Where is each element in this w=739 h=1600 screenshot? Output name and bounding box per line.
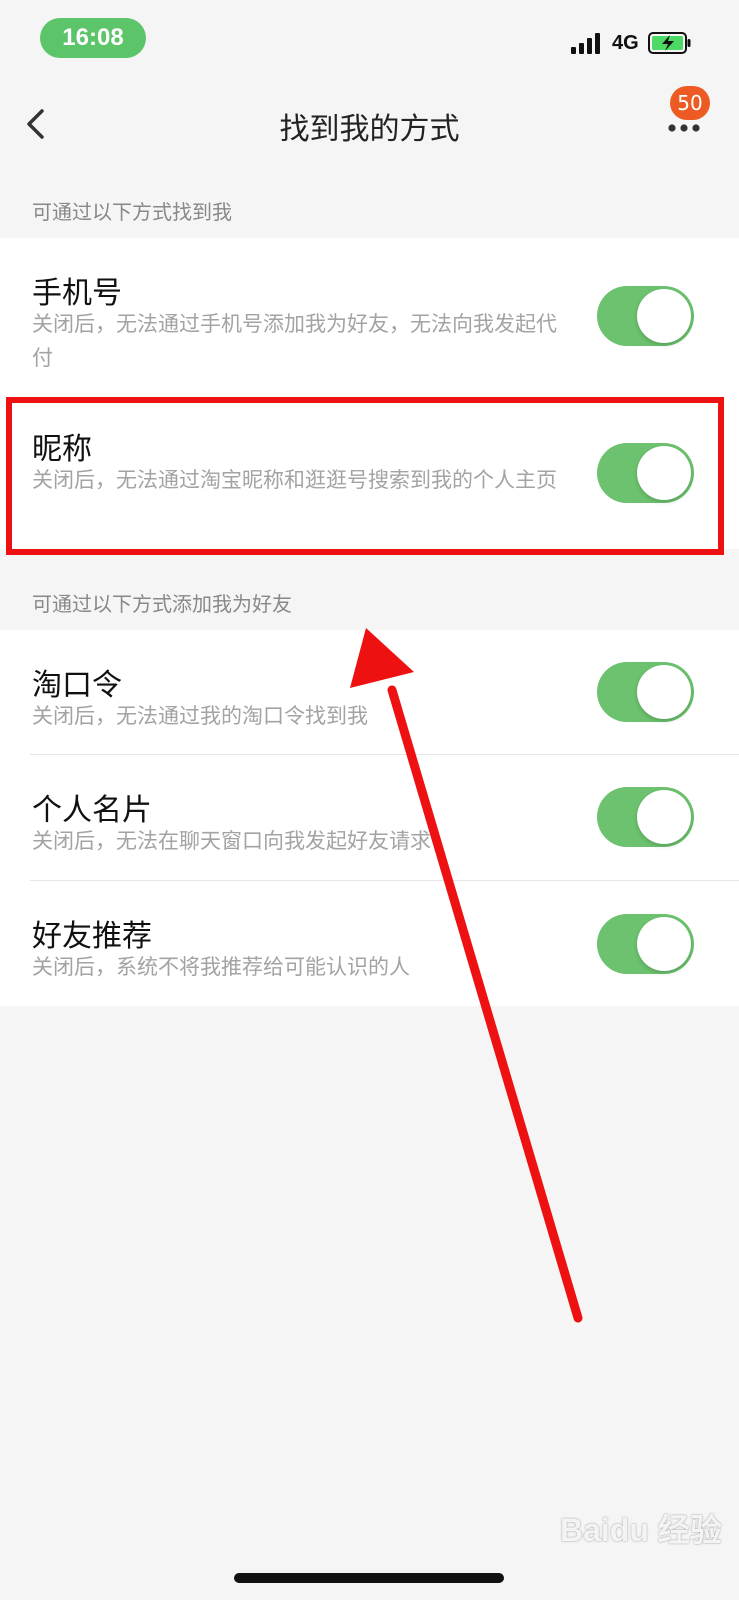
setting-item-nickname: 昵称 关闭后，无法通过淘宝昵称和逛逛号搜索到我的个人主页 xyxy=(0,394,739,549)
nickname-toggle[interactable] xyxy=(597,443,694,503)
setting-item-friend-recommend: 好友推荐 关闭后，系统不将我推荐给可能认识的人 xyxy=(0,881,739,1006)
friend-recommend-toggle[interactable] xyxy=(597,914,694,974)
signal-icon xyxy=(571,32,601,54)
item-description: 关闭后，无法在聊天窗口向我发起好友请求 xyxy=(32,829,431,853)
item-description: 关闭后，无法通过手机号添加我为好友，无法向我发起代付 xyxy=(32,312,557,370)
business-card-toggle[interactable] xyxy=(597,787,694,847)
status-time: 16:08 xyxy=(40,18,146,58)
item-title: 好友推荐 xyxy=(32,919,152,954)
item-description: 关闭后，无法通过我的淘口令找到我 xyxy=(32,704,368,728)
item-title: 个人名片 xyxy=(32,793,152,828)
toggle-knob xyxy=(637,917,691,971)
setting-item-taokouling: 淘口令 关闭后，无法通过我的淘口令找到我 xyxy=(0,630,739,754)
find-me-group: 手机号 关闭后，无法通过手机号添加我为好友，无法向我发起代付 昵称 关闭后，无法… xyxy=(0,238,739,549)
item-description: 关闭后，无法通过淘宝昵称和逛逛号搜索到我的个人主页 xyxy=(32,468,557,492)
item-title: 淘口令 xyxy=(32,668,122,703)
network-type: 4G xyxy=(612,32,639,54)
battery-charging-icon xyxy=(648,32,691,54)
toggle-knob xyxy=(637,665,691,719)
toggle-knob xyxy=(637,790,691,844)
status-bar: 16:08 4G xyxy=(0,0,739,80)
baidu-watermark: Baidu 经验 xyxy=(560,1505,725,1561)
toggle-knob xyxy=(637,289,691,343)
phone-toggle[interactable] xyxy=(597,286,694,346)
watermark-text: Baidu 经验 xyxy=(560,1512,722,1548)
page-title: 找到我的方式 xyxy=(279,112,460,147)
add-friend-group: 淘口令 关闭后，无法通过我的淘口令找到我 个人名片 关闭后，无法在聊天窗口向我发… xyxy=(0,630,739,1006)
setting-item-phone: 手机号 关闭后，无法通过手机号添加我为好友，无法向我发起代付 xyxy=(0,238,739,394)
section-header-find-me: 可通过以下方式找到我 xyxy=(32,200,232,224)
toggle-knob xyxy=(637,446,691,500)
taokouling-toggle[interactable] xyxy=(597,662,694,722)
nav-bar: 找到我的方式 50 xyxy=(0,80,739,170)
item-description: 关闭后，系统不将我推荐给可能认识的人 xyxy=(32,955,410,979)
section-header-add-friend: 可通过以下方式添加我为好友 xyxy=(32,592,292,616)
notification-badge: 50 xyxy=(670,86,710,120)
home-indicator[interactable] xyxy=(234,1573,504,1583)
item-title: 手机号 xyxy=(32,276,122,311)
item-title: 昵称 xyxy=(32,432,92,467)
setting-item-business-card: 个人名片 关闭后，无法在聊天窗口向我发起好友请求 xyxy=(0,755,739,880)
